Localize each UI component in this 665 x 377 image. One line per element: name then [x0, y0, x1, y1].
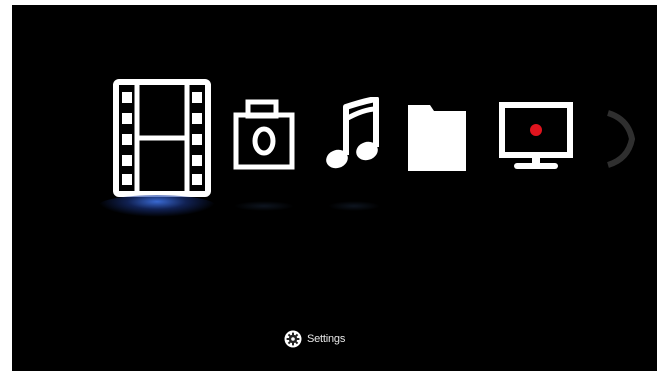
menu-item-folder[interactable]	[406, 101, 468, 173]
film-strip-icon	[113, 79, 211, 197]
camera-reflection	[234, 201, 294, 211]
menu-item-photo[interactable]	[232, 98, 296, 172]
partial-item-icon	[607, 110, 636, 168]
selection-highlight	[98, 195, 216, 217]
folder-icon	[408, 105, 466, 171]
menu-item-partial[interactable]	[598, 109, 638, 169]
menu-item-music[interactable]	[324, 97, 382, 173]
settings-button[interactable]: Settings	[284, 328, 345, 350]
menu-item-tv[interactable]	[498, 101, 574, 173]
menu-item-video[interactable]	[112, 78, 212, 198]
settings-label: Settings	[307, 333, 346, 345]
music-note-icon	[326, 97, 379, 169]
media-center-home-screen: Settings	[12, 5, 657, 371]
gear-icon	[284, 330, 302, 348]
tv-record-icon	[499, 102, 573, 169]
music-reflection	[328, 201, 380, 211]
camera-icon	[233, 99, 295, 170]
